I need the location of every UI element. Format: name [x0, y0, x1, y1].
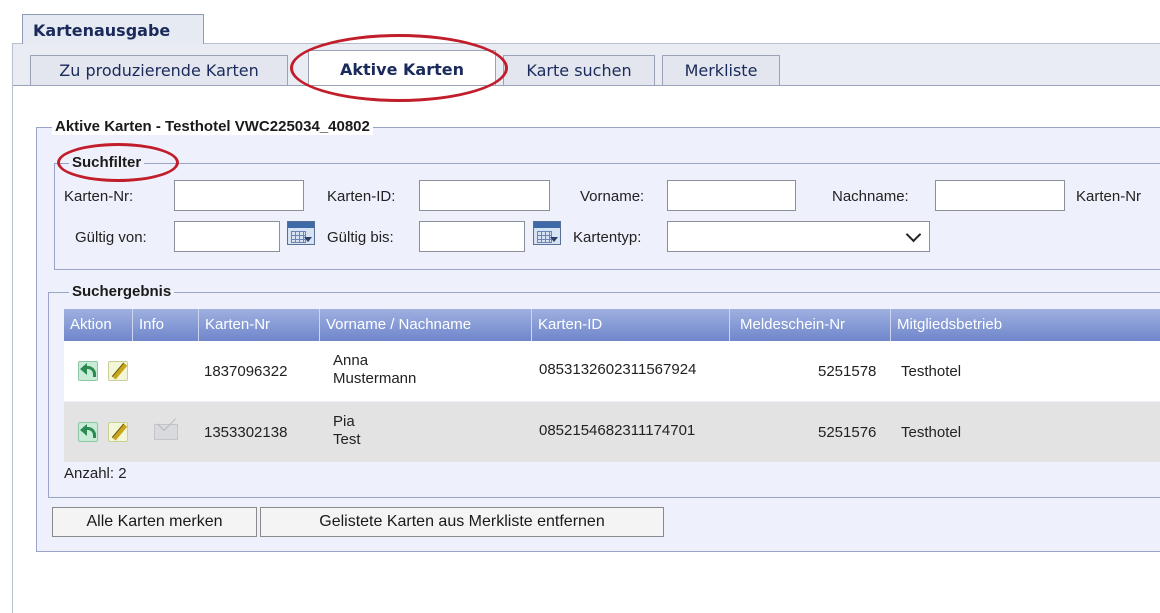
gueltig-bis-input[interactable]: [419, 221, 525, 252]
vorname-label: Vorname:: [580, 188, 645, 205]
tab-karte-suchen[interactable]: Karte suchen: [503, 55, 655, 85]
cell-meldeschein-nr: 5251578: [818, 363, 877, 380]
karten-id-input[interactable]: [419, 180, 550, 211]
highlight-ellipse: [57, 143, 179, 182]
tab-zu-produzierende-karten[interactable]: Zu produzierende Karten: [30, 55, 288, 85]
column-header-name[interactable]: Vorname / Nachname: [320, 309, 532, 341]
cell-nachname: Test: [333, 431, 361, 448]
karten-id-label: Karten-ID:: [327, 188, 396, 205]
cell-mitgliedsbetrieb: Testhotel: [901, 363, 962, 380]
kartentyp-select[interactable]: [667, 221, 930, 252]
table-header: Aktion Info Karten-Nr Vorname / Nachname…: [64, 309, 1160, 341]
karten-nr-2-label: Karten-Nr: [1076, 188, 1142, 205]
column-header-mitgliedsbetrieb[interactable]: Mitgliedsbetrieb: [891, 309, 1160, 341]
mail-icon[interactable]: [154, 424, 178, 440]
cell-karten-id: 0852154682311174701: [539, 422, 696, 439]
column-header-karten-nr[interactable]: Karten-Nr: [199, 309, 320, 341]
table-row[interactable]: 1837096322 Anna Mustermann 0853132602311…: [64, 341, 1160, 401]
cell-karten-nr: 1837096322: [204, 363, 288, 380]
cell-vorname: Pia: [333, 413, 355, 430]
remove-listed-button[interactable]: Gelistete Karten aus Merkliste entfernen: [260, 507, 664, 537]
nachname-input[interactable]: [935, 180, 1065, 211]
cell-meldeschein-nr: 5251576: [818, 424, 877, 441]
cell-nachname: Mustermann: [333, 370, 417, 387]
remember-all-button[interactable]: Alle Karten merken: [52, 507, 257, 537]
column-header-meldeschein-nr[interactable]: Meldeschein-Nr: [730, 309, 891, 341]
column-header-aktion[interactable]: Aktion: [64, 309, 133, 341]
reactivate-icon[interactable]: [78, 422, 98, 442]
calendar-icon[interactable]: [533, 221, 561, 245]
highlight-ellipse: [290, 34, 508, 102]
tab-kartenausgabe[interactable]: Kartenausgabe: [22, 14, 204, 44]
result-count: Anzahl: 2: [64, 465, 127, 482]
vorname-input[interactable]: [667, 180, 796, 211]
cell-karten-nr: 1353302138: [204, 424, 288, 441]
gueltig-von-label: Gültig von:: [75, 229, 147, 246]
karten-nr-input[interactable]: [174, 180, 304, 211]
chevron-down-icon: [905, 226, 922, 243]
result-title: Suchergebnis: [69, 283, 175, 300]
reactivate-icon[interactable]: [78, 361, 98, 381]
karten-nr-label: Karten-Nr:: [64, 188, 134, 205]
cell-karten-id: 0853132602311567924: [539, 361, 697, 378]
nachname-label: Nachname:: [832, 188, 909, 205]
column-header-karten-id[interactable]: Karten-ID: [532, 309, 730, 341]
calendar-icon[interactable]: [287, 221, 315, 245]
edit-icon[interactable]: [108, 422, 128, 442]
tab-merkliste[interactable]: Merkliste: [662, 55, 780, 85]
gueltig-von-input[interactable]: [174, 221, 280, 252]
cell-mitgliedsbetrieb: Testhotel: [901, 424, 962, 441]
panel-title: Aktive Karten - Testhotel VWC225034_4080…: [52, 118, 373, 135]
cell-vorname: Anna: [333, 352, 369, 369]
table-row[interactable]: 1353302138 Pia Test 0852154682311174701 …: [64, 402, 1160, 462]
edit-icon[interactable]: [108, 361, 128, 381]
gueltig-bis-label: Gültig bis:: [327, 229, 394, 246]
kartentyp-label: Kartentyp:: [573, 229, 642, 246]
column-header-info[interactable]: Info: [133, 309, 199, 341]
